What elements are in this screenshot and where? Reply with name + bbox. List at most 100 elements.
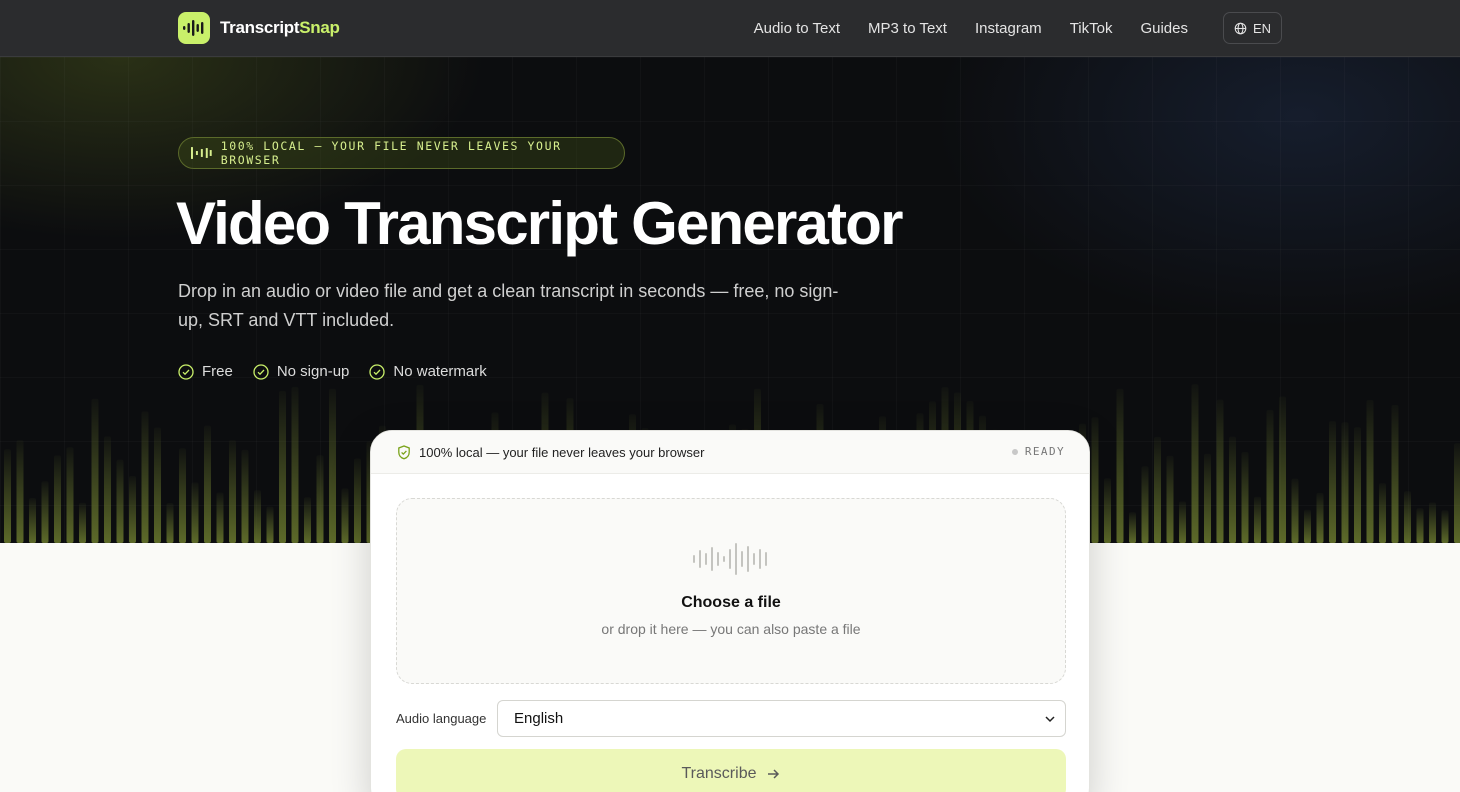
file-dropzone[interactable]: Choose a file or drop it here — you can … bbox=[396, 498, 1066, 684]
waveform-bar bbox=[1116, 388, 1124, 543]
language-switcher-button[interactable]: EN bbox=[1223, 12, 1282, 44]
audio-language-value: English bbox=[514, 710, 564, 727]
waveform-bar bbox=[266, 506, 274, 543]
audio-language-label: Audio language bbox=[396, 711, 487, 726]
waveform-bar bbox=[216, 492, 224, 543]
waveform-bar bbox=[279, 390, 286, 543]
waveform-bar bbox=[1379, 483, 1386, 543]
waveform-icon bbox=[693, 543, 767, 575]
page-title: Video Transcript Generator bbox=[176, 190, 903, 257]
waveform-bar bbox=[1254, 496, 1261, 543]
waveform-bar bbox=[254, 490, 261, 543]
card-header: 100% local — your file never leaves your… bbox=[371, 431, 1089, 474]
globe-icon bbox=[1234, 22, 1247, 34]
feature-check-item: No sign-up bbox=[253, 363, 350, 380]
check-circle-icon bbox=[369, 363, 386, 380]
feature-check-label: No sign-up bbox=[276, 363, 350, 380]
logo-waveform-icon bbox=[178, 12, 210, 44]
feature-checks: Free No sign-up No watermark bbox=[178, 363, 487, 380]
dropzone-subtitle: or drop it here — you can also paste a f… bbox=[601, 621, 861, 637]
waveform-bar bbox=[1179, 501, 1186, 543]
local-note-text: 100% local — your file never leaves your… bbox=[419, 444, 705, 460]
badge-text: 100% LOCAL — YOUR FILE NEVER LEAVES YOUR… bbox=[220, 139, 562, 167]
feature-check-label: No watermark bbox=[393, 363, 487, 380]
audio-language-select[interactable]: English bbox=[497, 700, 1066, 737]
nav-links: Audio to Text MP3 to Text Instagram TikT… bbox=[754, 0, 1188, 57]
waveform-bar bbox=[1454, 443, 1460, 543]
waveform-bar bbox=[141, 411, 149, 543]
top-nav: TranscriptSnap Audio to Text MP3 to Text… bbox=[0, 0, 1460, 57]
waveform-bar bbox=[79, 502, 86, 543]
waveform-bar bbox=[1091, 417, 1099, 543]
status-dot bbox=[1011, 448, 1018, 455]
waveform-bar bbox=[29, 498, 36, 543]
waveform-bar bbox=[204, 425, 211, 543]
waveform-bar bbox=[1204, 453, 1211, 543]
waveform-bar bbox=[154, 427, 161, 543]
waveform-bar bbox=[1279, 396, 1286, 543]
waveform-bar bbox=[1329, 421, 1336, 543]
waveform-bar bbox=[1166, 455, 1174, 543]
waveform-bar bbox=[1216, 399, 1224, 543]
waveform-bar bbox=[329, 388, 336, 543]
waveform-bar bbox=[91, 398, 99, 543]
logo-text: TranscriptSnap bbox=[220, 18, 340, 37]
waveform-bar bbox=[341, 488, 349, 543]
waveform-bar bbox=[166, 503, 174, 543]
check-circle-icon bbox=[178, 363, 194, 380]
waveform-bar bbox=[241, 449, 249, 543]
waveform-bar bbox=[291, 386, 299, 543]
transcribe-label: Transcribe bbox=[681, 765, 757, 782]
waveform-bar bbox=[1354, 427, 1361, 543]
waveform-bar bbox=[1104, 478, 1111, 543]
waveform-bar bbox=[54, 455, 61, 543]
transcribe-card: 100% local — your file never leaves your… bbox=[370, 430, 1090, 792]
waveform-bar bbox=[41, 481, 49, 543]
waveform-bar bbox=[16, 440, 24, 543]
waveform-bar bbox=[1129, 512, 1136, 543]
waveform-bar bbox=[1154, 436, 1161, 543]
status-text: READY bbox=[1024, 445, 1065, 458]
chevron-down-icon bbox=[1045, 716, 1055, 723]
waveform-bar bbox=[1291, 478, 1299, 543]
local-badge: 100% LOCAL — YOUR FILE NEVER LEAVES YOUR… bbox=[178, 137, 625, 169]
waveform-bar bbox=[1366, 400, 1374, 543]
nav-link-guides[interactable]: Guides bbox=[1140, 20, 1188, 37]
waveform-bar bbox=[1404, 491, 1411, 543]
waveform-bar bbox=[66, 447, 74, 543]
feature-check-item: No watermark bbox=[369, 363, 487, 380]
nav-link-audio-to-text[interactable]: Audio to Text bbox=[754, 20, 840, 37]
nav-link-tiktok[interactable]: TikTok bbox=[1070, 20, 1113, 37]
arrow-right-icon bbox=[768, 769, 780, 779]
dropzone-title[interactable]: Choose a file bbox=[397, 594, 1065, 612]
check-circle-icon bbox=[253, 363, 269, 380]
waveform-bar bbox=[104, 436, 111, 543]
nav-link-mp3-to-text[interactable]: MP3 to Text bbox=[868, 20, 947, 37]
waveform-icon bbox=[191, 147, 212, 159]
waveform-bar bbox=[1391, 405, 1399, 543]
waveform-bar bbox=[354, 458, 361, 543]
waveform-bar bbox=[179, 448, 186, 543]
waveform-bar bbox=[116, 459, 124, 543]
waveform-bar bbox=[1266, 409, 1274, 543]
logo[interactable]: TranscriptSnap bbox=[178, 12, 340, 44]
waveform-bar bbox=[304, 497, 311, 543]
waveform-bar bbox=[1316, 492, 1324, 543]
waveform-bar bbox=[191, 482, 199, 543]
nav-link-instagram[interactable]: Instagram bbox=[975, 20, 1042, 37]
waveform-bar bbox=[1191, 384, 1199, 543]
feature-check-label: Free bbox=[202, 363, 233, 380]
audio-language-row: Audio language English bbox=[396, 700, 1066, 737]
language-code: EN bbox=[1252, 20, 1272, 36]
shield-check-icon bbox=[398, 444, 410, 459]
waveform-bar bbox=[1229, 436, 1236, 543]
feature-check-item: Free bbox=[178, 363, 233, 380]
waveform-bar bbox=[1416, 508, 1424, 543]
waveform-bar bbox=[1441, 510, 1449, 543]
transcribe-button[interactable]: Transcribe bbox=[396, 749, 1066, 792]
status-indicator: READY bbox=[1011, 445, 1065, 458]
waveform-bar bbox=[1429, 502, 1436, 543]
waveform-bar bbox=[316, 455, 324, 543]
waveform-bar bbox=[1241, 452, 1249, 543]
waveform-bar bbox=[229, 440, 236, 543]
